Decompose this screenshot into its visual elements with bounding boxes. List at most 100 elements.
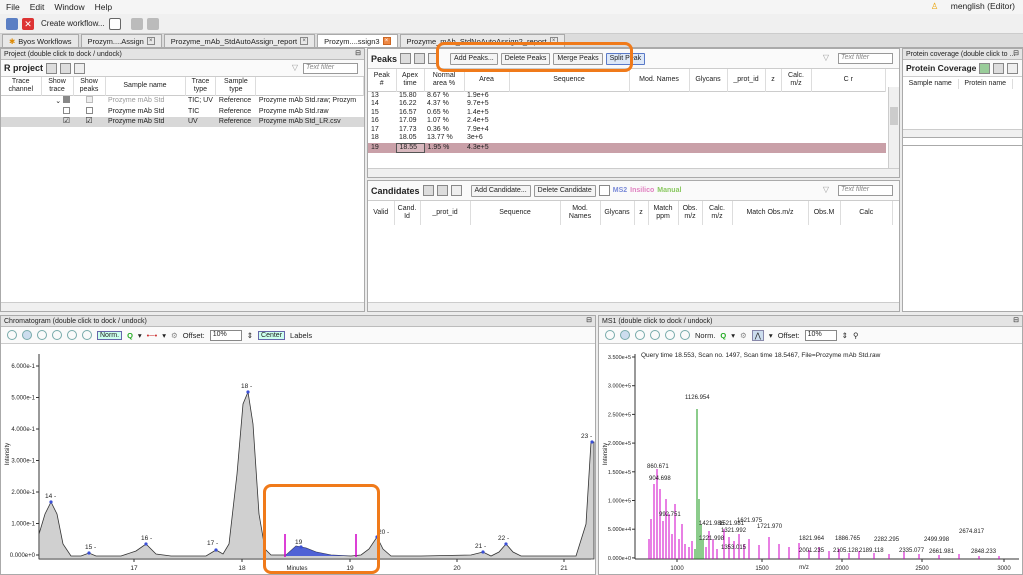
document-icon[interactable] xyxy=(108,17,121,30)
expand-icon[interactable] xyxy=(422,185,434,196)
table-row[interactable]: 13 15.80 8.67 % 1.9e+6 xyxy=(368,91,886,100)
filter-icon[interactable]: ▽ xyxy=(823,53,829,62)
col-trace-channel[interactable]: Trace channel xyxy=(1,77,42,96)
table-row[interactable]: 15 16.57 0.65 % 1.4e+5 xyxy=(368,109,886,118)
delete-candidate-button[interactable]: Delete Candidate xyxy=(533,184,596,197)
pin-icon[interactable]: ⊟ xyxy=(1013,49,1019,57)
table-row[interactable]: 17 17.73 0.36 % 7.9e+4 xyxy=(368,126,886,135)
tab-prozyme-assign[interactable]: Prozym....Assign × xyxy=(80,34,162,47)
col-calc[interactable]: Calc xyxy=(840,201,893,225)
unlink-icon[interactable] xyxy=(146,17,159,30)
menu-edit[interactable]: Edit xyxy=(30,2,45,12)
zoom-out-icon[interactable] xyxy=(635,330,645,340)
col-calc-mz[interactable]: Calc. m/z xyxy=(702,201,733,225)
settings-icon[interactable] xyxy=(993,62,1005,74)
horizontal-scrollbar[interactable] xyxy=(1,302,364,311)
search-icon[interactable]: ⚲ xyxy=(853,331,859,340)
manual-toggle[interactable]: Manual xyxy=(657,187,681,194)
zoom-x-icon[interactable] xyxy=(22,330,32,340)
col-c[interactable]: C r xyxy=(811,69,886,91)
checkbox-partial[interactable] xyxy=(63,96,70,103)
pin-icon[interactable]: ⊟ xyxy=(586,316,592,324)
table-row[interactable]: ⌄ Prozyme mAb Std TIC; UV Reference Proz… xyxy=(1,96,364,107)
tab-autoassign-report[interactable]: Prozyme_mAb_StdAutoAssign_report × xyxy=(163,34,316,47)
chromatogram-header[interactable]: Chromatogram (double click to dock / und… xyxy=(1,316,595,327)
line-style-icon[interactable]: •─• xyxy=(147,331,158,340)
col-z[interactable]: z xyxy=(765,69,782,91)
expand-icon[interactable] xyxy=(400,53,412,64)
coverage-panel-header[interactable]: Protein coverage (double click to ... ⊟ xyxy=(903,49,1022,60)
collapse-icon[interactable] xyxy=(414,53,426,64)
minimize-icon[interactable] xyxy=(1007,62,1019,74)
col-protein-name[interactable]: Protein name xyxy=(958,79,1013,89)
col-show-trace[interactable]: Show trace xyxy=(41,77,74,96)
project-filter-input[interactable]: Text filter xyxy=(303,63,358,74)
col-files[interactable] xyxy=(255,77,364,96)
offset-stepper[interactable]: ⇕ xyxy=(842,331,848,340)
table-row[interactable]: 16 17.09 1.07 % 2.4e+5 xyxy=(368,117,886,126)
add-candidate-button[interactable]: Add Candidate... xyxy=(470,184,531,197)
col-sample-name[interactable]: Sample name xyxy=(105,77,186,96)
col-z[interactable]: z xyxy=(634,201,649,225)
table-row[interactable]: 14 16.22 4.37 % 9.7e+5 xyxy=(368,100,886,109)
zoom-reset-icon[interactable] xyxy=(680,330,690,340)
ms1-plot[interactable]: Query time 18.553, Scan no. 1497, Scan t… xyxy=(599,344,1022,572)
close-icon[interactable]: × xyxy=(300,37,309,45)
col-calc-mz[interactable]: Calc. m/z xyxy=(781,69,812,91)
checkbox-show-trace-checked[interactable]: ☑ xyxy=(63,116,70,125)
col-show-peaks[interactable]: Show peaks xyxy=(73,77,106,96)
collapse-icon[interactable] xyxy=(436,185,448,196)
pin-icon[interactable]: ⊟ xyxy=(1013,316,1019,324)
zoom-in-icon[interactable] xyxy=(605,330,615,340)
offset-input[interactable]: 10% xyxy=(209,329,242,341)
col-match-ppm[interactable]: Match ppm xyxy=(648,201,679,225)
table-row[interactable]: ☑ ☑ Prozyme mAb Std UV Reference Prozyme… xyxy=(1,116,364,127)
zoom-out-icon[interactable] xyxy=(37,330,47,340)
labels-toggle[interactable]: Labels xyxy=(290,331,312,340)
center-button[interactable]: Center xyxy=(258,330,286,340)
col-mod-names[interactable]: Mod. Names xyxy=(560,201,601,225)
table-row[interactable]: Prozyme mAb Std TIC Reference Prozyme mA… xyxy=(1,106,364,118)
pan-icon[interactable] xyxy=(650,330,660,340)
offset-input[interactable]: 10% xyxy=(804,329,837,341)
vertical-scrollbar[interactable] xyxy=(888,87,899,169)
project-panel-header[interactable]: Project (double click to dock / undock) ⊟ xyxy=(1,49,364,60)
filter-icon[interactable]: ▽ xyxy=(292,63,298,72)
peak-shape-icon[interactable]: ⋀ xyxy=(751,329,764,341)
horizontal-scrollbar[interactable] xyxy=(368,168,899,177)
close-icon[interactable]: × xyxy=(382,37,391,45)
settings-icon[interactable] xyxy=(450,185,462,196)
menu-help[interactable]: Help xyxy=(95,2,112,12)
col-prot-id[interactable]: _prot_id xyxy=(727,69,766,91)
zoom-region-icon[interactable] xyxy=(67,330,77,340)
col-sequence[interactable]: Sequence xyxy=(470,201,561,225)
col-sequence[interactable]: Sequence xyxy=(509,69,630,91)
horizontal-scrollbar[interactable] xyxy=(368,302,899,311)
zoom-region-icon[interactable] xyxy=(665,330,675,340)
delete-icon[interactable]: ✕ xyxy=(22,17,34,30)
col-obs-mz[interactable]: Obs. m/z xyxy=(678,201,703,225)
col-mod-names[interactable]: Mod. Names xyxy=(629,69,690,91)
zoom-reset-icon[interactable] xyxy=(82,330,92,340)
coverage-scrollbar[interactable] xyxy=(903,129,1022,138)
export-icon[interactable] xyxy=(979,62,991,74)
tab-prozyme-assign3[interactable]: Prozym....ssign3 × xyxy=(317,34,398,47)
settings-gear-icon[interactable]: ⚙ xyxy=(171,331,178,340)
create-workflow-button[interactable]: Create workflow... xyxy=(41,19,105,28)
ms2-toggle[interactable]: MS2 xyxy=(613,187,627,194)
settings-gear-icon[interactable]: ⚙ xyxy=(740,331,747,340)
filter-icon[interactable]: ▽ xyxy=(823,185,829,194)
col-sample-name[interactable]: Sample name xyxy=(903,79,959,89)
menu-file[interactable]: File xyxy=(6,2,20,12)
offset-stepper[interactable]: ⇕ xyxy=(247,331,253,340)
new-project-icon[interactable] xyxy=(6,17,18,30)
col-normal-area[interactable]: Normal area % xyxy=(424,69,465,91)
candidates-filter-input[interactable]: Text filter xyxy=(838,185,893,196)
checkbox-show-peaks-checked[interactable]: ☑ xyxy=(85,116,92,125)
col-prot-id[interactable]: _prot_id xyxy=(420,201,471,225)
link-icon[interactable] xyxy=(130,17,143,30)
col-apex-time[interactable]: Apex time xyxy=(396,69,425,91)
col-cand-id[interactable]: Cand. Id xyxy=(394,201,421,225)
expand-icon[interactable] xyxy=(46,62,58,74)
col-area[interactable]: Area xyxy=(464,69,510,91)
